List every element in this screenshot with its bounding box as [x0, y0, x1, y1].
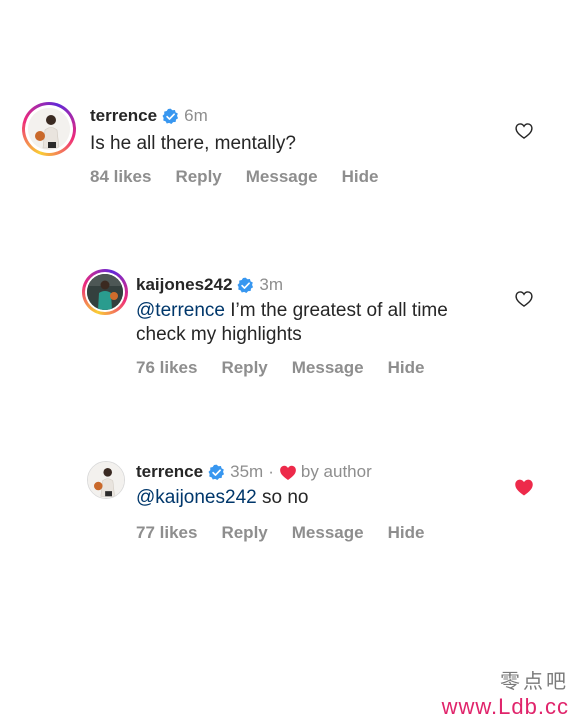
timestamp[interactable]: 6m: [184, 106, 208, 126]
comment-header: terrence 6m: [90, 106, 208, 126]
comment-text-content: so no: [256, 487, 309, 508]
comment-header: terrence 35m · by author: [136, 462, 372, 482]
hide-button[interactable]: Hide: [388, 523, 425, 543]
timestamp[interactable]: 35m: [230, 462, 263, 482]
by-author-label: by author: [300, 462, 372, 481]
likes-count[interactable]: 84 likes: [90, 167, 151, 187]
username[interactable]: kaijones242: [136, 275, 232, 295]
watermark-text: 零点吧: [500, 669, 569, 693]
avatar-photo: [87, 274, 123, 310]
verified-badge-icon: [237, 277, 254, 293]
likes-count[interactable]: 76 likes: [136, 358, 197, 378]
likes-count[interactable]: 77 likes: [136, 523, 197, 543]
comment-text-content: Is he all there, mentally?: [90, 133, 296, 154]
hide-button[interactable]: Hide: [388, 358, 425, 378]
comment-actions: 77 likes Reply Message Hide: [136, 523, 448, 543]
message-button[interactable]: Message: [292, 358, 364, 378]
verified-badge-icon: [208, 464, 225, 480]
avatar-photo: [88, 462, 124, 498]
message-button[interactable]: Message: [292, 523, 364, 543]
avatar[interactable]: [22, 102, 76, 156]
heart-outline-icon[interactable]: [514, 121, 534, 141]
hide-button[interactable]: Hide: [342, 167, 379, 187]
reply-button[interactable]: Reply: [221, 358, 267, 378]
comment-text: Is he all there, mentally?: [90, 132, 296, 156]
avatar[interactable]: [87, 461, 125, 499]
mention-link[interactable]: @terrence: [136, 300, 225, 321]
username[interactable]: terrence: [136, 462, 203, 482]
heart-outline-icon[interactable]: [514, 289, 534, 309]
mention-link[interactable]: @kaijones242: [136, 487, 257, 508]
watermark: 零点吧 www.Ldb.cc: [442, 665, 569, 720]
comment-text: @terrence I’m the greatest of all time c…: [136, 299, 448, 347]
message-button[interactable]: Message: [246, 167, 318, 187]
comment-actions: 76 likes Reply Message Hide: [136, 358, 448, 378]
timestamp[interactable]: 3m: [259, 275, 283, 295]
heart-filled-icon: [279, 465, 296, 480]
watermark-url: www.Ldb.cc: [441, 694, 569, 719]
verified-badge-icon: [162, 108, 179, 124]
avatar[interactable]: [82, 269, 128, 315]
comment-actions: 84 likes Reply Message Hide: [90, 167, 402, 187]
avatar-photo: [28, 108, 70, 150]
comment-text-line2: check my highlights: [136, 324, 302, 345]
comment-header: kaijones242 3m: [136, 275, 283, 295]
comment-text-line1: I’m the greatest of all time: [225, 300, 448, 321]
liked-by-author-badge: by author: [279, 462, 372, 482]
reply-button[interactable]: Reply: [175, 167, 221, 187]
comment-text: @kaijones242 so no: [136, 486, 308, 510]
username[interactable]: terrence: [90, 106, 157, 126]
reply-button[interactable]: Reply: [221, 523, 267, 543]
heart-filled-icon[interactable]: [514, 478, 534, 498]
separator-dot: ·: [268, 462, 274, 481]
